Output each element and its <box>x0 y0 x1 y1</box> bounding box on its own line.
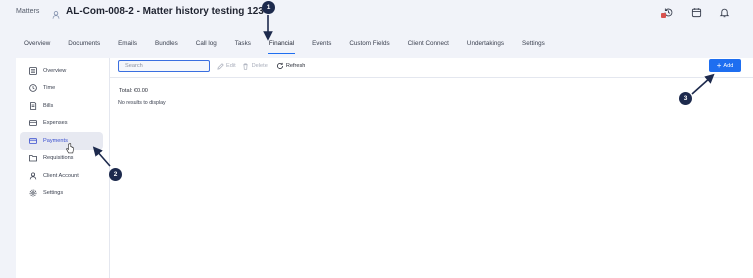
sidebar-item-expenses[interactable]: Expenses <box>20 115 103 133</box>
step-badge-3: 3 <box>679 92 692 105</box>
plus-icon: + <box>716 60 722 70</box>
sidebar-item-label: Settings <box>43 190 64 197</box>
user-icon <box>28 171 37 180</box>
notification-dot <box>661 13 666 18</box>
tab-events[interactable]: Events <box>303 38 340 52</box>
breadcrumb[interactable]: Matters <box>16 8 39 15</box>
page-title: AL-Com-008-2 - Matter history testing 12… <box>66 6 264 17</box>
sidebar-item-label: Payments <box>43 137 68 144</box>
tab-client-connect[interactable]: Client Connect <box>399 38 458 52</box>
person-icon <box>51 7 61 19</box>
list-icon <box>28 66 37 75</box>
bill-icon <box>28 101 37 110</box>
edit-label: Edit <box>226 63 236 69</box>
hand-cursor-icon <box>66 143 74 154</box>
sidebar-item-label: Expenses <box>43 120 68 127</box>
tab-undertakings[interactable]: Undertakings <box>458 38 513 52</box>
toolbar-divider <box>110 77 753 78</box>
expenses-icon <box>28 119 37 128</box>
refresh-label: Refresh <box>285 63 306 69</box>
total-amount: Total: €0.00 <box>119 88 148 94</box>
add-label: Add <box>723 62 734 69</box>
clock-icon <box>28 84 37 93</box>
delete-button[interactable]: Delete <box>242 62 268 70</box>
add-button[interactable]: + Add <box>709 59 741 72</box>
tab-settings[interactable]: Settings <box>513 38 554 52</box>
sidebar-item-client-account[interactable]: Client Account <box>20 167 103 185</box>
sidebar-item-settings[interactable]: Settings <box>20 185 103 203</box>
sidebar-item-label: Bills <box>43 102 54 109</box>
tab-overview[interactable]: Overview <box>16 38 59 52</box>
sidebar-item-label: Requisitions <box>43 155 74 162</box>
pencil-icon <box>216 62 224 70</box>
sidebar-item-bills[interactable]: Bills <box>20 97 103 115</box>
sidebar-item-label: Client Account <box>43 172 79 179</box>
history-icon[interactable] <box>661 5 675 19</box>
tab-financial[interactable]: Financial <box>260 38 303 54</box>
financial-sidebar: Overview Time Bills Expenses Payments Re… <box>16 58 110 278</box>
payments-panel: Edit Delete Refresh + Add Total: €0.00 N… <box>110 58 753 278</box>
top-bar: Matters AL-Com-008-2 - Matter history te… <box>0 0 753 36</box>
sidebar-item-time[interactable]: Time <box>20 80 103 98</box>
tab-tasks[interactable]: Tasks <box>226 38 260 52</box>
sidebar-item-overview[interactable]: Overview <box>20 62 103 80</box>
toolbar: Edit Delete Refresh <box>118 60 305 72</box>
sidebar-item-payments[interactable]: Payments <box>20 132 103 150</box>
folder-icon <box>28 154 37 163</box>
calendar-icon[interactable] <box>689 5 703 19</box>
card-icon <box>28 136 37 145</box>
empty-state-message: No results to display <box>118 100 166 106</box>
step-badge-2: 2 <box>109 168 122 181</box>
tab-call-log[interactable]: Call log <box>187 38 226 52</box>
tab-documents[interactable]: Documents <box>59 38 109 52</box>
tab-custom-fields[interactable]: Custom Fields <box>340 38 398 52</box>
refresh-icon <box>276 62 284 70</box>
edit-button[interactable]: Edit <box>216 62 236 70</box>
trash-icon <box>242 62 250 70</box>
gear-icon <box>28 189 37 198</box>
sidebar-item-label: Overview <box>43 67 67 74</box>
refresh-button[interactable]: Refresh <box>276 62 306 70</box>
bell-icon[interactable] <box>717 5 731 19</box>
search-input[interactable] <box>118 60 210 72</box>
tab-bundles[interactable]: Bundles <box>146 38 187 52</box>
tab-bar: Overview Documents Emails Bundles Call l… <box>16 38 554 54</box>
sidebar-item-label: Time <box>43 85 56 92</box>
tab-emails[interactable]: Emails <box>109 38 146 52</box>
sidebar-item-requisitions[interactable]: Requisitions <box>20 150 103 168</box>
delete-label: Delete <box>251 63 268 69</box>
step-badge-1: 1 <box>262 1 275 14</box>
